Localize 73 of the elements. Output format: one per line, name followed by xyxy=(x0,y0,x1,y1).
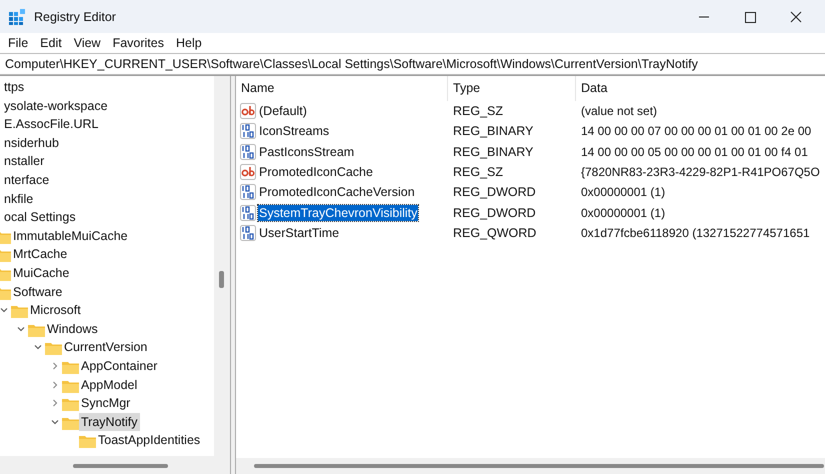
app-icon xyxy=(8,8,26,26)
value-name[interactable]: (Default) xyxy=(258,103,308,120)
tree-item[interactable]: Windows xyxy=(45,320,100,338)
tree-item[interactable]: Microsoft xyxy=(28,301,83,320)
folder-icon xyxy=(62,360,79,374)
tree-item[interactable]: SyncMgr xyxy=(79,394,132,412)
tree-item[interactable]: nstaller xyxy=(2,152,46,170)
value-type: REG_SZ xyxy=(453,165,504,180)
tree-item[interactable]: MuiCache xyxy=(11,264,72,282)
value-data: 14 00 00 00 05 00 00 00 01 00 01 00 f4 01 xyxy=(581,144,808,159)
folder-icon xyxy=(62,416,79,430)
chevron-right-icon[interactable] xyxy=(50,380,60,390)
value-data: 0x1d77fcbe6118920 (13271522774571651 xyxy=(581,226,810,240)
tree-item[interactable]: nkfile xyxy=(2,190,36,208)
scroll-thumb[interactable] xyxy=(254,464,824,468)
value-name[interactable]: PromotedIconCacheVersion xyxy=(258,184,416,200)
menu-item[interactable]: Help xyxy=(170,36,207,50)
value-data: 0x00000001 (1) xyxy=(581,185,666,200)
tree-item[interactable]: AppModel xyxy=(79,376,140,394)
tree-item[interactable]: AppContainer xyxy=(79,356,160,375)
scroll-thumb[interactable] xyxy=(219,271,224,288)
value-type: REG_DWORD xyxy=(453,185,536,200)
value-name[interactable]: SystemTrayChevronVisibility xyxy=(258,204,418,221)
tree-item[interactable]: ttps xyxy=(2,78,26,96)
tree-item[interactable]: ocal Settings xyxy=(2,208,78,226)
menu-item[interactable]: File xyxy=(3,36,34,50)
value-type: REG_QWORD xyxy=(453,226,536,240)
window-title: Registry Editor xyxy=(34,10,116,24)
value-data: 14 00 00 00 07 00 00 00 01 00 01 00 2e 00 xyxy=(581,124,812,138)
string-value-icon xyxy=(240,164,256,180)
folder-icon xyxy=(45,341,62,356)
column-header[interactable]: Name xyxy=(236,76,448,101)
tree-item[interactable]: MrtCache xyxy=(11,245,70,264)
binary-value-icon xyxy=(240,123,256,140)
chevron-right-icon[interactable] xyxy=(50,398,60,408)
column-header[interactable]: Data xyxy=(576,76,825,101)
tree-item[interactable]: Software xyxy=(11,282,64,301)
chevron-right-icon[interactable] xyxy=(50,360,60,371)
menu-item[interactable]: View xyxy=(68,36,106,50)
menu-item[interactable]: Edit xyxy=(35,36,67,50)
tree-item[interactable]: TrayNotify xyxy=(79,412,140,431)
tree-item[interactable]: CurrentVersion xyxy=(62,338,150,356)
value-type: REG_DWORD xyxy=(453,206,536,220)
value-data: 0x00000001 (1) xyxy=(581,206,666,220)
value-type: REG_BINARY xyxy=(453,144,534,159)
tree-item[interactable]: E.AssocFile.URL xyxy=(2,115,100,134)
binary-value-icon xyxy=(240,184,256,200)
folder-icon xyxy=(11,304,28,318)
value-data: {7820NR83-23R3-4229-82P1-R41PO67Q5O xyxy=(581,165,820,180)
menu-item[interactable]: Favorites xyxy=(108,36,169,50)
value-name[interactable]: PromotedIconCache xyxy=(258,164,374,180)
binary-value-icon xyxy=(240,204,256,221)
tree-item[interactable]: ImmutableMuiCache xyxy=(11,226,130,245)
binary-value-icon xyxy=(240,224,256,241)
value-data: (value not set) xyxy=(581,104,658,118)
value-name[interactable]: PastIconsStream xyxy=(258,144,356,160)
column-header[interactable]: Type xyxy=(448,76,576,101)
folder-icon xyxy=(28,322,45,337)
tree-item[interactable]: ysolate-workspace xyxy=(2,96,110,115)
scroll-thumb[interactable] xyxy=(73,464,168,468)
folder-icon xyxy=(79,434,96,448)
folder-icon xyxy=(62,397,79,412)
value-type: REG_BINARY xyxy=(453,124,534,138)
tree-item[interactable]: nterface xyxy=(2,170,52,189)
binary-value-icon xyxy=(240,144,256,160)
address-field[interactable]: Computer\HKEY_CURRENT_USER\Software\Classes\Local Settings\Software\Microsoft\Windows\CurrentVersion\TrayNotify xyxy=(0,53,825,75)
folder-icon xyxy=(62,378,79,392)
tree-item[interactable]: ToastAppIdentities xyxy=(96,431,202,450)
string-value-icon xyxy=(240,103,256,120)
tree-item[interactable]: nsiderhub xyxy=(2,134,61,152)
value-name[interactable]: IconStreams xyxy=(258,123,330,140)
value-type: REG_SZ xyxy=(453,104,504,118)
value-name[interactable]: UserStartTime xyxy=(258,224,340,241)
